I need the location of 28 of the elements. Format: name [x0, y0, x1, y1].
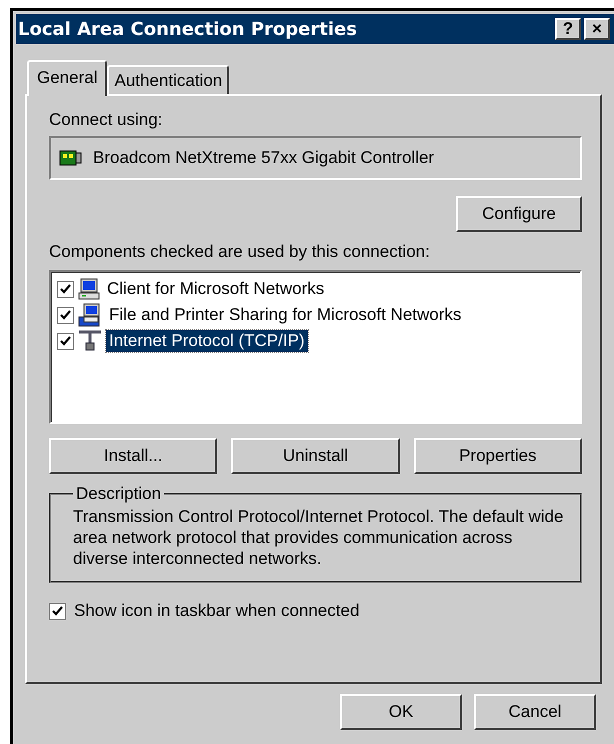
checkbox-label: Show icon in taskbar when connected [74, 601, 360, 621]
network-card-icon [59, 149, 83, 167]
computer-icon [78, 278, 100, 300]
close-button[interactable]: × [584, 18, 610, 40]
group-title: Description [75, 484, 162, 504]
tab[interactable]: Authentication [107, 65, 230, 94]
list-item[interactable]: Client for Microsoft Networks [104, 278, 328, 300]
description-text: Transmission Control Protocol/Internet Protocol. The default wide area network protocol that provides communication across diverse interconnected networks. [73, 506, 564, 569]
ok-button[interactable]: OK [340, 694, 462, 730]
configure-button[interactable]: Configure [456, 196, 582, 232]
component-button[interactable]: Install... [49, 438, 218, 474]
components-label: Components checked are used by this connection: [49, 242, 431, 262]
computer-printer-icon [78, 303, 102, 327]
list-item[interactable]: Internet Protocol (TCP/IP) [106, 330, 308, 352]
network-cable-icon [78, 329, 102, 353]
component-button[interactable]: Uninstall [231, 438, 400, 474]
checkbox[interactable] [57, 332, 74, 350]
checkbox[interactable] [49, 602, 66, 620]
checkbox[interactable] [57, 306, 74, 324]
cancel-button[interactable]: Cancel [474, 694, 596, 730]
list-item[interactable]: File and Printer Sharing for Microsoft Networks [106, 304, 464, 326]
adapter-name: Broadcom NetXtreme 57xx Gigabit Controller [93, 148, 434, 168]
help-button[interactable]: ? [555, 18, 581, 40]
component-button[interactable]: Properties [414, 438, 582, 474]
window-title: Local Area Connection Properties [18, 18, 357, 40]
connect-using-label: Connect using: [49, 110, 164, 130]
tab[interactable]: General [27, 60, 108, 96]
checkbox[interactable] [57, 280, 74, 298]
